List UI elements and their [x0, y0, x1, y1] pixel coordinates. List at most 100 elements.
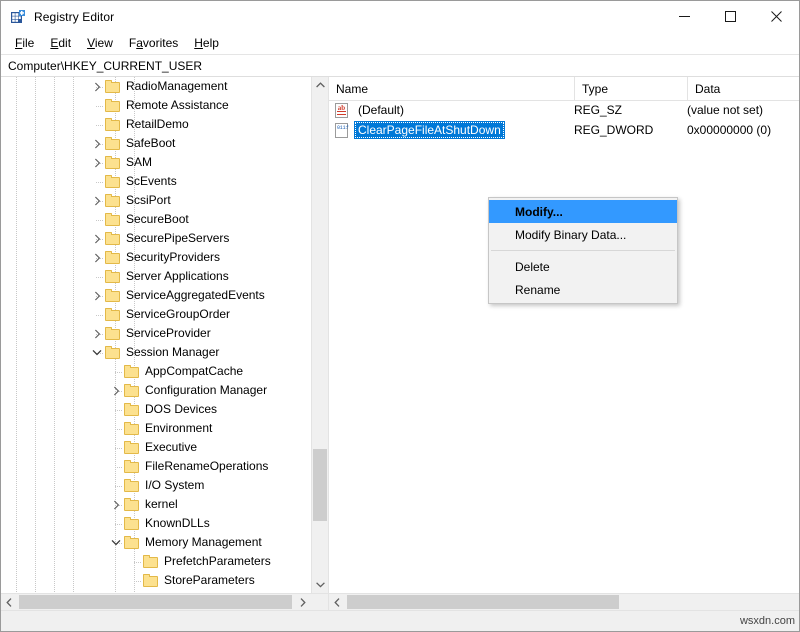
tree-node[interactable]: DOS Devices [1, 400, 311, 419]
tree-node[interactable]: I/O System [1, 476, 311, 495]
value-row[interactable]: (Default)REG_SZ(value not set) [329, 100, 799, 120]
tree-node[interactable]: ServiceGroupOrder [1, 305, 311, 324]
folder-icon [105, 213, 120, 226]
chevron-right-icon[interactable] [108, 381, 124, 400]
tree-node-label: ScsiPort [125, 192, 174, 209]
chevron-right-icon[interactable] [89, 153, 105, 172]
tree-node[interactable]: SAM [1, 153, 311, 172]
tree-node[interactable]: RetailDemo [1, 115, 311, 134]
tree-node[interactable]: ServiceProvider [1, 324, 311, 343]
tree-node[interactable]: Executive [1, 438, 311, 457]
close-button[interactable] [753, 1, 799, 32]
tree-node[interactable]: FileRenameOperations [1, 457, 311, 476]
tree-node[interactable]: ScsiPort [1, 191, 311, 210]
column-header-name[interactable]: Name [329, 77, 574, 100]
tree-node-label: PrefetchParameters [163, 553, 274, 570]
watermark-label: wsxdn.com [740, 615, 799, 627]
column-header-data[interactable]: Data [687, 77, 799, 100]
tree-horizontal-scrollbar[interactable] [1, 593, 328, 610]
chevron-right-icon[interactable] [89, 324, 105, 343]
menu-help[interactable]: Help [186, 34, 227, 53]
tree-node[interactable]: Server Applications [1, 267, 311, 286]
tree-node[interactable]: AppCompatCache [1, 362, 311, 381]
menu-view[interactable]: View [79, 34, 121, 53]
tree-node[interactable]: SecureBoot [1, 210, 311, 229]
tree-node-label: AppCompatCache [144, 363, 246, 380]
tree-node-label: Memory Management [144, 534, 265, 551]
tree-node-label: Remote Assistance [125, 97, 232, 114]
tree-node-label: I/O System [144, 477, 207, 494]
tree-node[interactable]: SecurityProviders [1, 248, 311, 267]
context-menu-item[interactable]: Modify Binary Data... [489, 223, 677, 246]
tree-node[interactable]: ScEvents [1, 172, 311, 191]
tree-node-label: Executive [144, 439, 200, 456]
chevron-right-icon[interactable] [89, 77, 105, 96]
menu-file[interactable]: File [7, 34, 42, 53]
tree-node[interactable]: Memory Management [1, 533, 311, 552]
status-bar: wsxdn.com [1, 610, 799, 631]
context-menu-separator [491, 250, 675, 251]
folder-icon [105, 99, 120, 112]
tree-node-spacer [127, 571, 143, 590]
value-name[interactable]: (Default) [354, 101, 408, 119]
tree-node[interactable]: RadioManagement [1, 77, 311, 96]
tree-node-label: SafeBoot [125, 135, 178, 152]
chevron-down-icon[interactable] [108, 533, 124, 552]
tree-node[interactable]: Configuration Manager [1, 381, 311, 400]
tree-node-spacer [108, 476, 124, 495]
tree-node-spacer [89, 305, 105, 324]
maximize-button[interactable] [707, 1, 753, 32]
chevron-right-icon[interactable] [108, 495, 124, 514]
tree-node[interactable]: PrefetchParameters [1, 552, 311, 571]
context-menu-item[interactable]: Delete [489, 255, 677, 278]
registry-editor-window: Registry Editor File Edit View Favorites… [0, 0, 800, 632]
window-title: Registry Editor [34, 10, 114, 24]
list-scroll-left-icon[interactable] [329, 594, 346, 611]
tree-scrollbar-thumb[interactable] [313, 449, 327, 521]
tree-node[interactable]: SafeBoot [1, 134, 311, 153]
tree-scroll-left-icon[interactable] [1, 594, 18, 611]
tree-hscrollbar-thumb[interactable] [19, 595, 292, 609]
chevron-right-icon[interactable] [89, 191, 105, 210]
chevron-right-icon[interactable] [89, 248, 105, 267]
tree-node[interactable]: StoreParameters [1, 571, 311, 590]
tree-node[interactable]: kernel [1, 495, 311, 514]
chevron-right-icon[interactable] [89, 286, 105, 305]
context-menu-item[interactable]: Rename [489, 278, 677, 301]
tree-node[interactable]: Session Manager [1, 343, 311, 362]
folder-icon [105, 80, 120, 93]
tree-scroll-up-icon[interactable] [312, 77, 328, 94]
folder-icon [124, 441, 139, 454]
menu-favorites[interactable]: Favorites [121, 34, 186, 53]
column-header-type[interactable]: Type [574, 77, 687, 100]
chevron-right-icon[interactable] [89, 229, 105, 248]
address-bar[interactable]: Computer\HKEY_CURRENT_USER [1, 54, 799, 77]
chevron-down-icon[interactable] [89, 343, 105, 362]
tree-scroll-right-icon[interactable] [294, 594, 311, 611]
value-name[interactable]: ClearPageFileAtShutDown [354, 121, 505, 139]
list-horizontal-scrollbar[interactable] [329, 593, 799, 610]
value-row[interactable]: ClearPageFileAtShutDownREG_DWORD0x000000… [329, 120, 799, 140]
folder-icon [124, 479, 139, 492]
address-path: Computer\HKEY_CURRENT_USER [8, 59, 202, 73]
tree-node-spacer [108, 514, 124, 533]
value-list-pane: Name Type Data (Default)REG_SZ(value not… [329, 77, 799, 610]
folder-icon [105, 308, 120, 321]
chevron-right-icon[interactable] [89, 134, 105, 153]
folder-icon [105, 194, 120, 207]
menu-bar: File Edit View Favorites Help [1, 32, 799, 54]
tree-vertical-scrollbar[interactable] [311, 77, 328, 593]
tree-node[interactable]: Environment [1, 419, 311, 438]
menu-edit[interactable]: Edit [42, 34, 79, 53]
tree-node-label: DOS Devices [144, 401, 220, 418]
list-hscrollbar-thumb[interactable] [347, 595, 619, 609]
minimize-button[interactable] [661, 1, 707, 32]
tree-node[interactable]: SecurePipeServers [1, 229, 311, 248]
tree-node[interactable]: ServiceAggregatedEvents [1, 286, 311, 305]
tree-node[interactable]: Remote Assistance [1, 96, 311, 115]
tree-node[interactable]: KnownDLLs [1, 514, 311, 533]
context-menu-item[interactable]: Modify... [489, 200, 677, 223]
folder-icon [105, 270, 120, 283]
tree-scroll-down-icon[interactable] [312, 576, 328, 593]
tree-node-label: ServiceAggregatedEvents [125, 287, 268, 304]
